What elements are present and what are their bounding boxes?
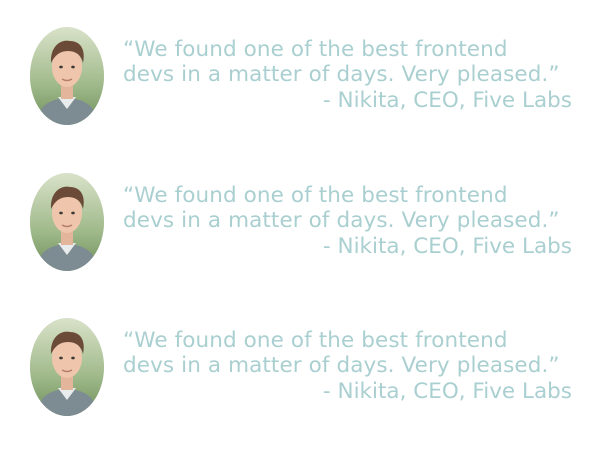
testimonial-quote: “We found one of the best frontend devs …	[123, 37, 560, 87]
person-photo-avatar-icon	[30, 318, 104, 416]
avatar	[30, 27, 104, 125]
quote-line: “We found one of the best frontend	[123, 37, 508, 62]
avatar	[30, 173, 104, 271]
testimonial-quote: “We found one of the best frontend devs …	[123, 183, 560, 233]
testimonial-quote: “We found one of the best frontend devs …	[123, 328, 560, 378]
quote-line: “We found one of the best frontend	[123, 183, 508, 208]
testimonial-attribution: - Nikita, CEO, Five Labs	[322, 88, 572, 113]
person-photo-avatar-icon	[30, 27, 104, 125]
testimonial-card: “We found one of the best frontend devs …	[0, 318, 600, 428]
quote-line: devs in a matter of days. Very pleased.”	[123, 353, 560, 378]
testimonial-attribution: - Nikita, CEO, Five Labs	[322, 234, 572, 259]
testimonial-card: “We found one of the best frontend devs …	[0, 27, 600, 137]
quote-line: devs in a matter of days. Very pleased.”	[123, 62, 560, 87]
testimonials-page: “We found one of the best frontend devs …	[0, 0, 600, 450]
quote-line: devs in a matter of days. Very pleased.”	[123, 208, 560, 233]
quote-line: “We found one of the best frontend	[123, 328, 508, 353]
person-photo-avatar-icon	[30, 173, 104, 271]
testimonial-card: “We found one of the best frontend devs …	[0, 173, 600, 283]
avatar	[30, 318, 104, 416]
testimonial-attribution: - Nikita, CEO, Five Labs	[322, 379, 572, 404]
